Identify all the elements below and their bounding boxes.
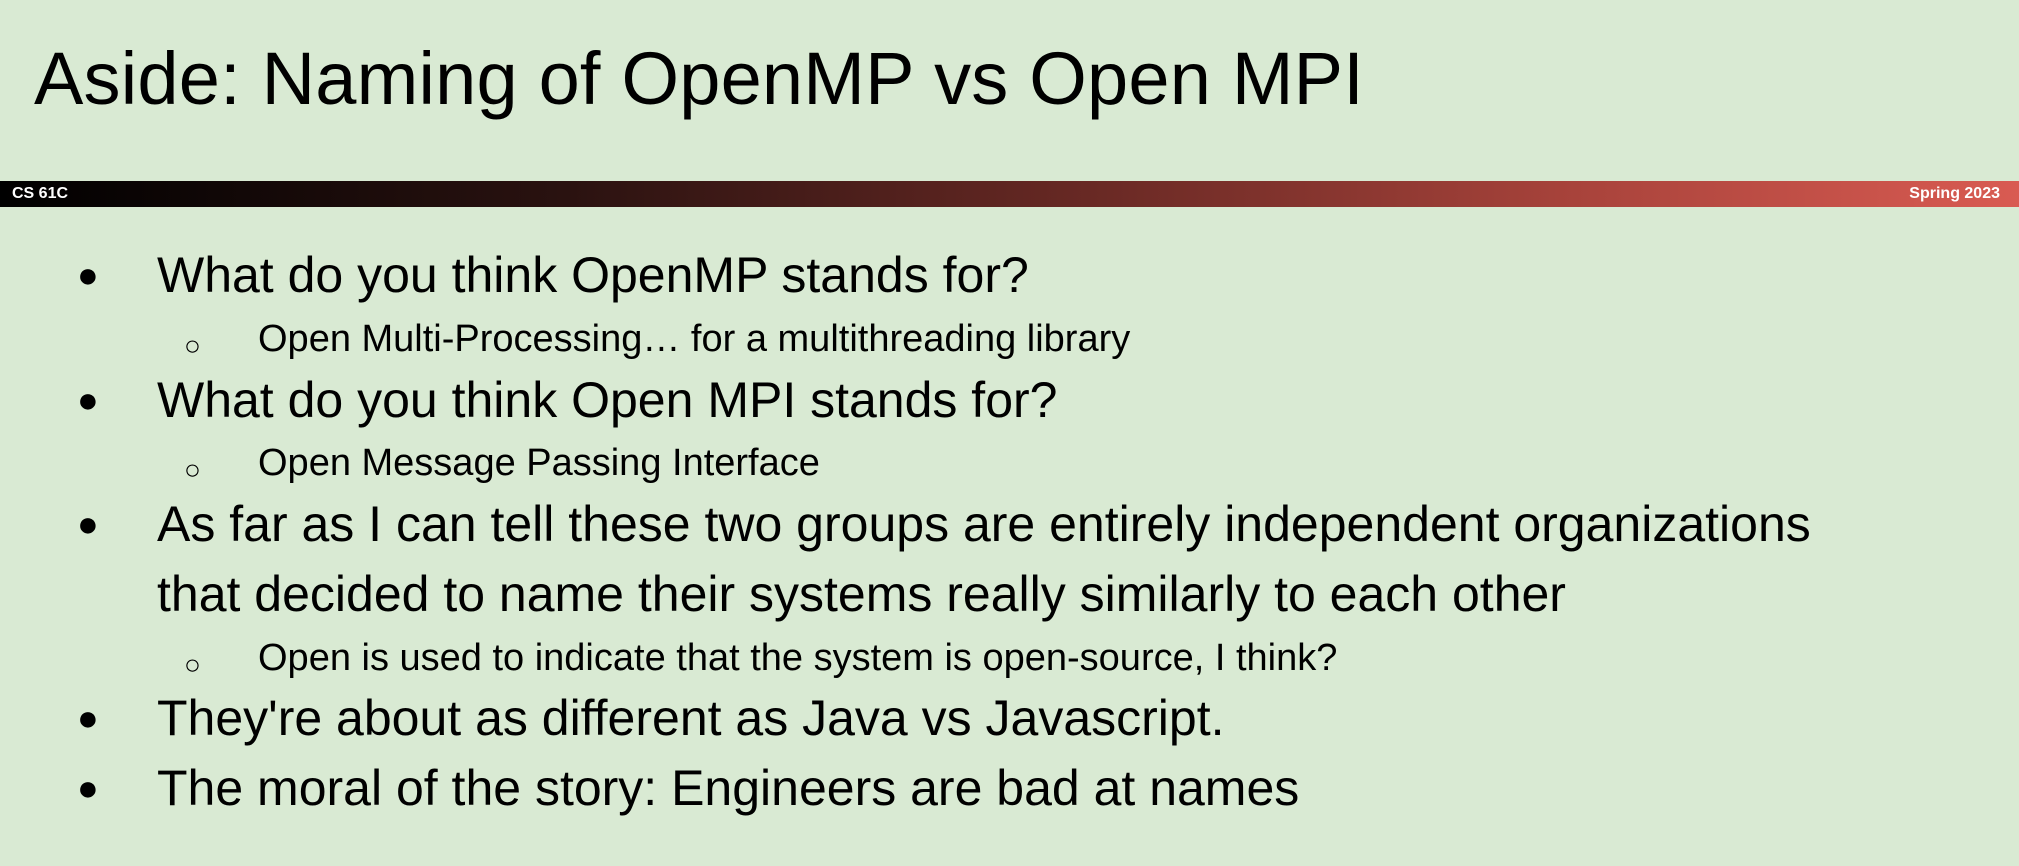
bullet-marker: ● xyxy=(77,254,99,295)
sub-bullet-marker: ○ xyxy=(184,330,201,361)
course-label: CS 61C xyxy=(12,185,69,202)
sub-bullet-text: Open Message Passing Interface xyxy=(258,442,820,484)
term-label: Spring 2023 xyxy=(1909,185,2000,202)
sub-bullet-marker: ○ xyxy=(184,454,201,485)
bullet-text: As far as I can tell these two groups ar… xyxy=(157,496,1811,552)
bullet-marker: ● xyxy=(77,503,99,544)
slide: Aside: Naming of OpenMP vs Open MPI CS 6… xyxy=(0,0,2019,866)
slide-title: Aside: Naming of OpenMP vs Open MPI xyxy=(34,37,1365,120)
bullet-text: The moral of the story: Engineers are ba… xyxy=(157,760,1300,816)
bullet-text: that decided to name their systems reall… xyxy=(157,566,1566,622)
bullet-text: They're about as different as Java vs Ja… xyxy=(157,690,1225,746)
bullet-marker: ● xyxy=(77,767,99,808)
bullet-marker: ● xyxy=(77,379,99,420)
sub-bullet-text: Open Multi-Processing… for a multithread… xyxy=(258,318,1131,360)
sub-bullet-text: Open is used to indicate that the system… xyxy=(258,637,1338,679)
bullet-text: What do you think OpenMP stands for? xyxy=(157,247,1029,303)
bullet-text: What do you think Open MPI stands for? xyxy=(157,372,1058,428)
course-banner: CS 61C Spring 2023 xyxy=(0,181,2019,207)
bullet-marker: ● xyxy=(77,697,99,738)
